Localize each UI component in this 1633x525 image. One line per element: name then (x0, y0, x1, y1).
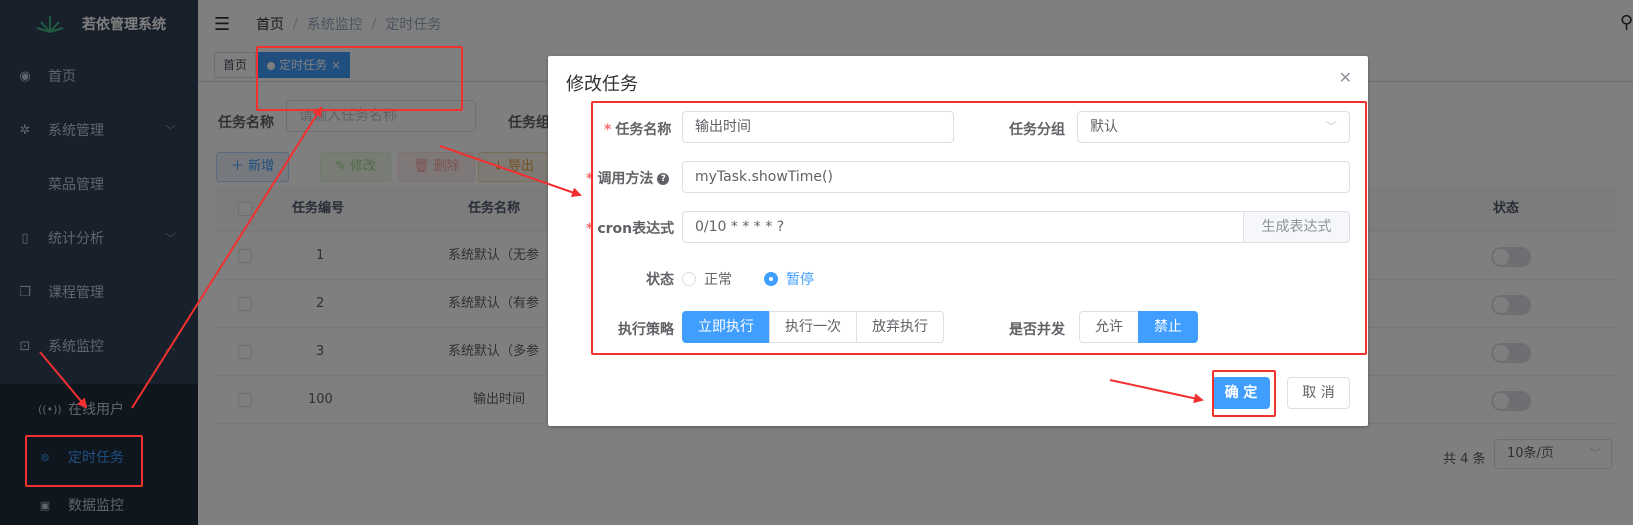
radio-circle (682, 272, 696, 286)
concurrent-deny-button[interactable]: 禁止 (1138, 311, 1198, 343)
radio-label: 正常 (704, 272, 732, 288)
radio-label: 暂停 (786, 272, 814, 288)
cron-input[interactable]: 0/10 * * * * ? 生成表达式 (682, 211, 1350, 243)
status-label: 状态 (646, 272, 674, 288)
required-mark: * (586, 171, 594, 187)
chevron-down-icon: ﹀ (1326, 120, 1337, 133)
concurrent-label: 是否并发 (1009, 322, 1065, 338)
misfire-immediate-button[interactable]: 立即执行 (682, 311, 770, 343)
cron-value: 0/10 * * * * ? (695, 219, 785, 235)
invoke-label-text: 调用方法 (597, 171, 654, 187)
invoke-target-label: * 调用方法? (586, 168, 670, 188)
radio-circle (764, 272, 778, 286)
edit-job-dialog: 修改任务 ✕ * 任务名称 输出时间 任务分组 默认 ﹀ * 调用方法? myTask… (548, 56, 1368, 426)
status-radio-normal[interactable]: 正常 (682, 269, 732, 289)
job-name-label-text: 任务名称 (615, 122, 672, 138)
job-name-label: * 任务名称 (604, 119, 671, 139)
question-circle-icon[interactable]: ? (657, 173, 670, 185)
job-group-label: 任务分组 (1009, 122, 1065, 138)
confirm-button[interactable]: 确 定 (1212, 377, 1270, 409)
invoke-target-input[interactable]: myTask.showTime() (682, 161, 1350, 193)
cancel-button[interactable]: 取 消 (1287, 377, 1350, 409)
required-mark: * (604, 122, 612, 138)
concurrent-allow-button[interactable]: 允许 (1079, 311, 1139, 343)
misfire-policy-group: 立即执行 执行一次 放弃执行 (682, 311, 944, 343)
required-mark: * (586, 221, 594, 237)
cron-label: * cron表达式 (586, 218, 674, 238)
status-radio-paused[interactable]: 暂停 (764, 269, 814, 289)
close-icon[interactable]: ✕ (1339, 68, 1352, 87)
cron-label-text: cron表达式 (597, 221, 675, 237)
generate-cron-button[interactable]: 生成表达式 (1243, 212, 1349, 242)
dialog-title: 修改任务 (566, 74, 638, 95)
misfire-once-button[interactable]: 执行一次 (769, 311, 857, 343)
job-group-value: 默认 (1090, 119, 1118, 135)
concurrent-group: 允许 禁止 (1079, 311, 1198, 343)
job-group-select[interactable]: 默认 ﹀ (1077, 111, 1350, 143)
job-name-input[interactable]: 输出时间 (682, 111, 954, 143)
misfire-abandon-button[interactable]: 放弃执行 (856, 311, 944, 343)
misfire-policy-label: 执行策略 (618, 322, 674, 338)
